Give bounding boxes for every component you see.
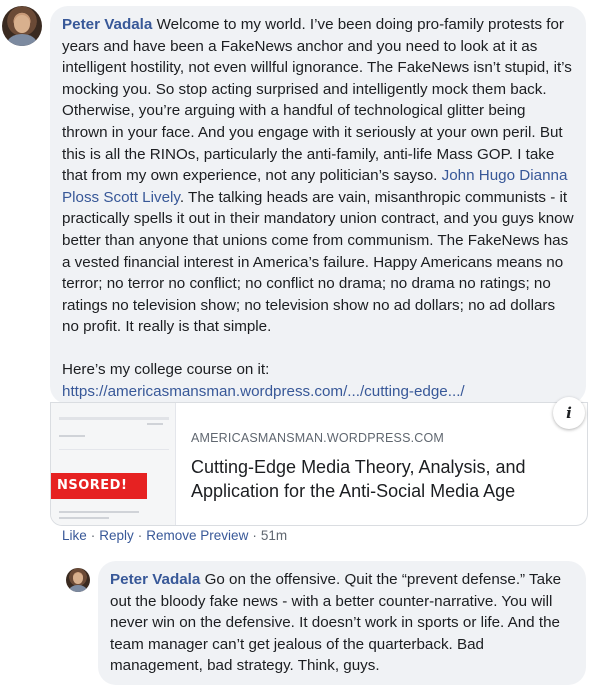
comment-actions: Like · Reply · Remove Preview · 51m: [62, 528, 287, 543]
action-separator: ·: [137, 528, 143, 543]
course-paragraph: Here’s my college course on it: https://a…: [62, 359, 574, 402]
link-preview-card[interactable]: NSORED! AMERICASMANSMAN.WORDPRESS.COM Cu…: [50, 402, 588, 526]
course-text: Here’s my college course on it:: [62, 360, 270, 378]
comment-timestamp[interactable]: 51m: [261, 528, 287, 543]
reply-bubble: Peter Vadala Go on the offensive. Quit t…: [98, 561, 586, 685]
remove-preview-button[interactable]: Remove Preview: [146, 528, 248, 543]
like-button[interactable]: Like: [62, 528, 87, 543]
preview-thumbnail: NSORED!: [51, 403, 176, 525]
reply-body: Peter Vadala Go on the offensive. Quit t…: [110, 569, 574, 677]
censored-stamp: NSORED!: [51, 473, 147, 499]
reply-author[interactable]: Peter Vadala: [110, 571, 200, 588]
avatar-face: [73, 573, 83, 585]
commenter-avatar[interactable]: [2, 6, 42, 46]
course-link[interactable]: https://americasmansman.wordpress.com/..…: [62, 383, 465, 400]
comment-text-part2: . The talking heads are vain, misanthrop…: [62, 188, 574, 336]
preview-site: AMERICASMANSMAN.WORDPRESS.COM: [191, 431, 445, 445]
avatar-face: [14, 14, 30, 34]
reply-button[interactable]: Reply: [99, 528, 134, 543]
action-separator: ·: [252, 528, 257, 543]
info-icon[interactable]: i: [553, 397, 585, 429]
comment-body: Peter Vadala Welcome to my world. I’ve b…: [62, 14, 574, 338]
action-separator: ·: [90, 528, 96, 543]
comment-bubble: Peter Vadala Welcome to my world. I’ve b…: [50, 6, 586, 404]
comment-text-part1: Welcome to my world. I’ve been doing pro…: [62, 16, 572, 185]
avatar-body: [68, 584, 88, 592]
avatar-body: [6, 34, 38, 46]
reply-avatar[interactable]: [66, 568, 90, 592]
preview-title[interactable]: Cutting-Edge Media Theory, Analysis, and…: [191, 455, 571, 503]
comment-author[interactable]: Peter Vadala: [62, 16, 152, 33]
